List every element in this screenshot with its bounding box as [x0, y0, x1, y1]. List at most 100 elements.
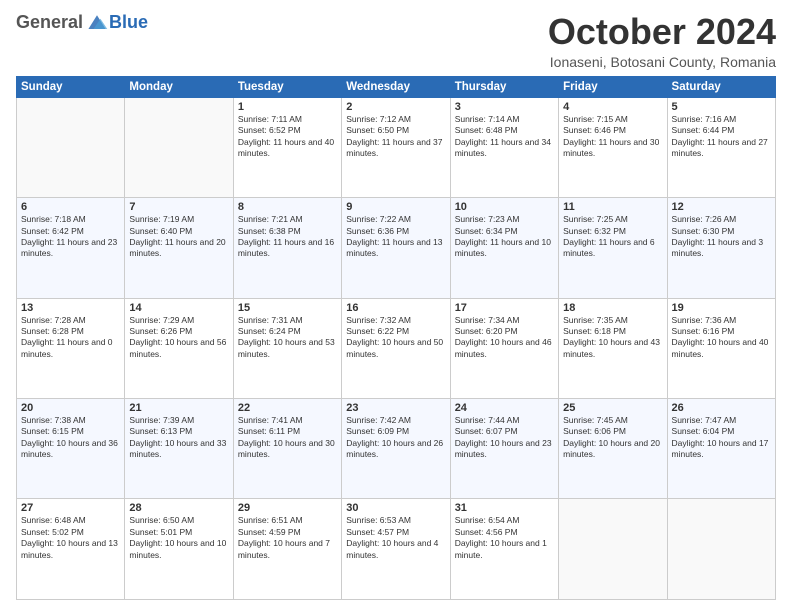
calendar-cell: 22Sunrise: 7:41 AM Sunset: 6:11 PM Dayli… [233, 399, 341, 499]
weekday-header-saturday: Saturday [667, 76, 775, 97]
day-info: Sunrise: 6:51 AM Sunset: 4:59 PM Dayligh… [238, 515, 337, 561]
day-info: Sunrise: 7:36 AM Sunset: 6:16 PM Dayligh… [672, 315, 771, 361]
calendar-cell: 13Sunrise: 7:28 AM Sunset: 6:28 PM Dayli… [17, 298, 125, 398]
title-block: October 2024 Ionaseni, Botosani County, … [548, 12, 776, 70]
calendar-table: SundayMondayTuesdayWednesdayThursdayFrid… [16, 76, 776, 600]
weekday-header-tuesday: Tuesday [233, 76, 341, 97]
day-info: Sunrise: 7:23 AM Sunset: 6:34 PM Dayligh… [455, 214, 554, 260]
calendar-cell [559, 499, 667, 600]
day-number: 23 [346, 402, 445, 414]
calendar-cell [125, 97, 233, 197]
calendar-cell [17, 97, 125, 197]
calendar-cell: 4Sunrise: 7:15 AM Sunset: 6:46 PM Daylig… [559, 97, 667, 197]
month-title: October 2024 [548, 12, 776, 52]
logo-icon [85, 13, 109, 33]
calendar-cell: 16Sunrise: 7:32 AM Sunset: 6:22 PM Dayli… [342, 298, 450, 398]
day-info: Sunrise: 6:53 AM Sunset: 4:57 PM Dayligh… [346, 515, 445, 561]
week-row-3: 13Sunrise: 7:28 AM Sunset: 6:28 PM Dayli… [17, 298, 776, 398]
day-number: 19 [672, 302, 771, 314]
day-info: Sunrise: 7:14 AM Sunset: 6:48 PM Dayligh… [455, 114, 554, 160]
week-row-2: 6Sunrise: 7:18 AM Sunset: 6:42 PM Daylig… [17, 198, 776, 298]
day-info: Sunrise: 7:41 AM Sunset: 6:11 PM Dayligh… [238, 415, 337, 461]
day-number: 30 [346, 502, 445, 514]
calendar-cell: 17Sunrise: 7:34 AM Sunset: 6:20 PM Dayli… [450, 298, 558, 398]
calendar-cell: 8Sunrise: 7:21 AM Sunset: 6:38 PM Daylig… [233, 198, 341, 298]
calendar-cell: 6Sunrise: 7:18 AM Sunset: 6:42 PM Daylig… [17, 198, 125, 298]
day-info: Sunrise: 7:45 AM Sunset: 6:06 PM Dayligh… [563, 415, 662, 461]
day-info: Sunrise: 7:15 AM Sunset: 6:46 PM Dayligh… [563, 114, 662, 160]
day-number: 17 [455, 302, 554, 314]
day-info: Sunrise: 7:47 AM Sunset: 6:04 PM Dayligh… [672, 415, 771, 461]
calendar-cell: 24Sunrise: 7:44 AM Sunset: 6:07 PM Dayli… [450, 399, 558, 499]
logo-general-text: General [16, 12, 83, 33]
calendar-cell: 30Sunrise: 6:53 AM Sunset: 4:57 PM Dayli… [342, 499, 450, 600]
weekday-header-monday: Monday [125, 76, 233, 97]
calendar-cell: 7Sunrise: 7:19 AM Sunset: 6:40 PM Daylig… [125, 198, 233, 298]
day-info: Sunrise: 7:18 AM Sunset: 6:42 PM Dayligh… [21, 214, 120, 260]
day-info: Sunrise: 7:32 AM Sunset: 6:22 PM Dayligh… [346, 315, 445, 361]
day-info: Sunrise: 7:19 AM Sunset: 6:40 PM Dayligh… [129, 214, 228, 260]
calendar-cell: 31Sunrise: 6:54 AM Sunset: 4:56 PM Dayli… [450, 499, 558, 600]
day-number: 6 [21, 201, 120, 213]
weekday-header-row: SundayMondayTuesdayWednesdayThursdayFrid… [17, 76, 776, 97]
day-number: 11 [563, 201, 662, 213]
calendar-cell: 2Sunrise: 7:12 AM Sunset: 6:50 PM Daylig… [342, 97, 450, 197]
day-number: 12 [672, 201, 771, 213]
logo-blue-text: Blue [109, 12, 148, 33]
logo: General Blue [16, 12, 148, 33]
calendar-cell: 23Sunrise: 7:42 AM Sunset: 6:09 PM Dayli… [342, 399, 450, 499]
day-info: Sunrise: 7:26 AM Sunset: 6:30 PM Dayligh… [672, 214, 771, 260]
calendar-cell: 18Sunrise: 7:35 AM Sunset: 6:18 PM Dayli… [559, 298, 667, 398]
day-number: 4 [563, 101, 662, 113]
day-number: 10 [455, 201, 554, 213]
day-info: Sunrise: 7:44 AM Sunset: 6:07 PM Dayligh… [455, 415, 554, 461]
day-info: Sunrise: 6:54 AM Sunset: 4:56 PM Dayligh… [455, 515, 554, 561]
day-number: 8 [238, 201, 337, 213]
day-number: 14 [129, 302, 228, 314]
day-number: 25 [563, 402, 662, 414]
week-row-4: 20Sunrise: 7:38 AM Sunset: 6:15 PM Dayli… [17, 399, 776, 499]
day-number: 31 [455, 502, 554, 514]
weekday-header-friday: Friday [559, 76, 667, 97]
calendar-cell: 3Sunrise: 7:14 AM Sunset: 6:48 PM Daylig… [450, 97, 558, 197]
day-info: Sunrise: 7:38 AM Sunset: 6:15 PM Dayligh… [21, 415, 120, 461]
page: General Blue October 2024 Ionaseni, Boto… [0, 0, 792, 612]
day-info: Sunrise: 7:16 AM Sunset: 6:44 PM Dayligh… [672, 114, 771, 160]
day-number: 7 [129, 201, 228, 213]
calendar-cell: 11Sunrise: 7:25 AM Sunset: 6:32 PM Dayli… [559, 198, 667, 298]
day-info: Sunrise: 7:28 AM Sunset: 6:28 PM Dayligh… [21, 315, 120, 361]
day-number: 15 [238, 302, 337, 314]
calendar-cell: 21Sunrise: 7:39 AM Sunset: 6:13 PM Dayli… [125, 399, 233, 499]
weekday-header-sunday: Sunday [17, 76, 125, 97]
day-number: 13 [21, 302, 120, 314]
calendar-cell: 26Sunrise: 7:47 AM Sunset: 6:04 PM Dayli… [667, 399, 775, 499]
day-number: 5 [672, 101, 771, 113]
day-number: 2 [346, 101, 445, 113]
day-info: Sunrise: 7:42 AM Sunset: 6:09 PM Dayligh… [346, 415, 445, 461]
day-number: 20 [21, 402, 120, 414]
day-info: Sunrise: 7:12 AM Sunset: 6:50 PM Dayligh… [346, 114, 445, 160]
calendar-cell: 1Sunrise: 7:11 AM Sunset: 6:52 PM Daylig… [233, 97, 341, 197]
calendar-cell: 15Sunrise: 7:31 AM Sunset: 6:24 PM Dayli… [233, 298, 341, 398]
day-number: 26 [672, 402, 771, 414]
day-info: Sunrise: 7:34 AM Sunset: 6:20 PM Dayligh… [455, 315, 554, 361]
day-info: Sunrise: 7:25 AM Sunset: 6:32 PM Dayligh… [563, 214, 662, 260]
weekday-header-thursday: Thursday [450, 76, 558, 97]
day-number: 18 [563, 302, 662, 314]
calendar-cell: 20Sunrise: 7:38 AM Sunset: 6:15 PM Dayli… [17, 399, 125, 499]
day-number: 3 [455, 101, 554, 113]
location-title: Ionaseni, Botosani County, Romania [548, 54, 776, 70]
day-number: 1 [238, 101, 337, 113]
calendar-cell: 25Sunrise: 7:45 AM Sunset: 6:06 PM Dayli… [559, 399, 667, 499]
day-number: 9 [346, 201, 445, 213]
calendar-cell: 5Sunrise: 7:16 AM Sunset: 6:44 PM Daylig… [667, 97, 775, 197]
day-info: Sunrise: 7:39 AM Sunset: 6:13 PM Dayligh… [129, 415, 228, 461]
calendar-cell: 14Sunrise: 7:29 AM Sunset: 6:26 PM Dayli… [125, 298, 233, 398]
day-info: Sunrise: 7:35 AM Sunset: 6:18 PM Dayligh… [563, 315, 662, 361]
day-info: Sunrise: 7:29 AM Sunset: 6:26 PM Dayligh… [129, 315, 228, 361]
calendar-cell: 12Sunrise: 7:26 AM Sunset: 6:30 PM Dayli… [667, 198, 775, 298]
day-info: Sunrise: 7:21 AM Sunset: 6:38 PM Dayligh… [238, 214, 337, 260]
calendar-cell: 27Sunrise: 6:48 AM Sunset: 5:02 PM Dayli… [17, 499, 125, 600]
day-info: Sunrise: 6:50 AM Sunset: 5:01 PM Dayligh… [129, 515, 228, 561]
day-info: Sunrise: 7:31 AM Sunset: 6:24 PM Dayligh… [238, 315, 337, 361]
